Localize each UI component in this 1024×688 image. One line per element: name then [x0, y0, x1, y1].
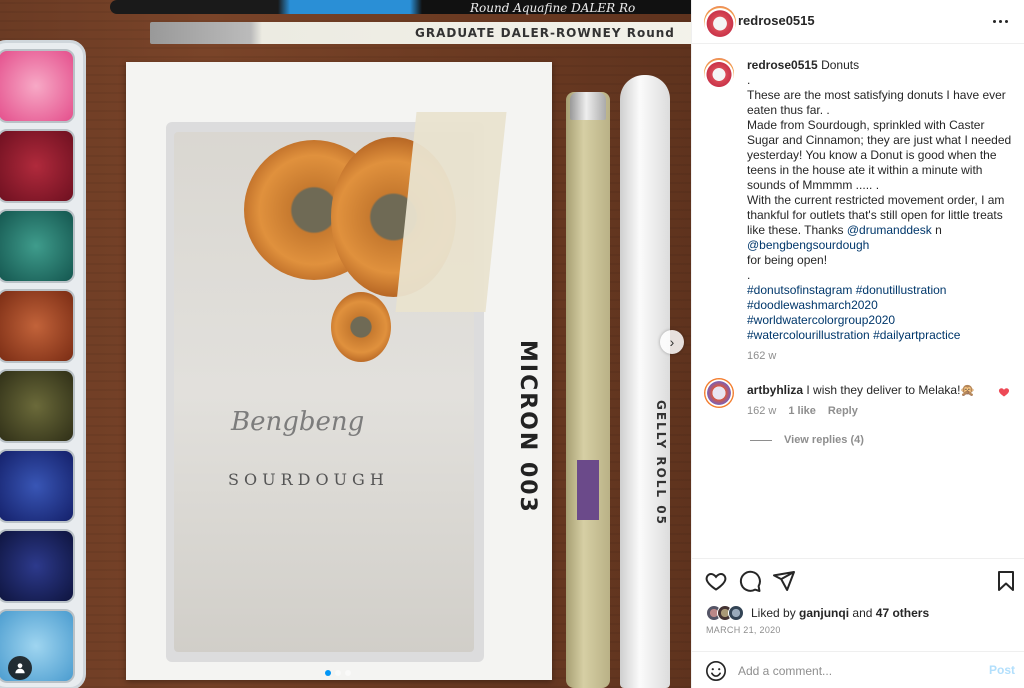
liked-by-text: Liked by ganjunqi and 47 others — [751, 606, 929, 620]
post-date[interactable]: MARCH 21, 2020 — [706, 625, 781, 635]
post-comment-button[interactable]: Post — [989, 663, 1015, 677]
commenter-username[interactable]: artbyhliza — [747, 383, 803, 397]
author-username[interactable]: redrose0515 — [738, 13, 815, 28]
hashtag-link[interactable]: #worldwatercolorgroup2020 — [747, 313, 895, 327]
paintbrush-graduate-label: GRADUATE DALER-ROWNEY Round — [415, 26, 675, 40]
carousel-dot — [335, 670, 341, 676]
paint-pan-sienna — [0, 289, 75, 363]
post-actions: Liked by ganjunqi and 47 others MARCH 21… — [692, 558, 1024, 688]
tagged-users-button[interactable] — [8, 656, 32, 680]
paint-pan-blue — [0, 449, 75, 523]
comment-icon[interactable] — [738, 569, 762, 593]
paint-pan-teal — [0, 209, 75, 283]
art-text-sourdough: SOURDOUGH — [228, 470, 389, 489]
liked-by-prefix: Liked by — [751, 606, 796, 620]
carousel-dot-active — [325, 670, 331, 676]
more-horizontal-icon — [992, 19, 996, 23]
hashtag-link[interactable]: #dailyartpractice — [873, 328, 960, 342]
mention-bengbengsourdough[interactable]: @bengbengsourdough — [747, 238, 869, 252]
comment-body: I wish they deliver to Melaka!🙊 — [806, 383, 976, 397]
micron-pen-cap — [570, 92, 606, 120]
comment-text: artbyhliza I wish they deliver to Melaka… — [747, 383, 992, 398]
comment-input[interactable] — [738, 661, 968, 681]
hashtag-link[interactable]: #donutillustration — [856, 283, 947, 297]
caption-avatar[interactable] — [704, 58, 734, 88]
paint-pan-ultramarine — [0, 529, 75, 603]
comment-liked-heart-icon[interactable] — [998, 386, 1010, 398]
caption-line: . — [747, 268, 751, 282]
liked-by-row: Liked by ganjunqi and 47 others — [706, 605, 929, 621]
mention-drumanddesk[interactable]: @drumanddesk — [847, 223, 932, 237]
author-avatar[interactable] — [704, 6, 736, 38]
caption-line: Made from Sourdough, sprinkled with Cast… — [747, 118, 1012, 192]
comment-likes-count[interactable]: 1 like — [788, 405, 816, 417]
add-comment-bar: Post — [692, 651, 1024, 688]
caption-line: for being open! — [747, 253, 828, 267]
comment-meta: 162 w 1 like Reply — [747, 405, 858, 417]
comment-timestamp[interactable]: 162 w — [747, 405, 776, 417]
chevron-right-icon: › — [669, 334, 675, 350]
watercolor-card: Bengbeng SOURDOUGH — [126, 62, 552, 680]
heart-icon[interactable] — [704, 569, 728, 593]
caption-timestamp[interactable]: 162 w — [747, 349, 1017, 364]
post-sidebar: redrose0515 redrose0515 Donuts . These a… — [691, 0, 1024, 688]
watercolor-palette — [0, 40, 86, 688]
caption-line: These are the most satisfying donuts I h… — [747, 88, 1006, 117]
replies-divider — [750, 439, 772, 441]
liked-by-user[interactable]: ganjunqi — [799, 606, 849, 620]
post-photo[interactable]: Round Aquafine DALER Ro GRADUATE DALER-R… — [0, 0, 691, 688]
more-dot — [998, 19, 1002, 23]
paintbrush-top-label: Round Aquafine DALER Ro — [470, 1, 636, 15]
view-replies-label: View replies (4) — [784, 434, 864, 446]
paint-pan-olive — [0, 369, 75, 443]
art-text-bengbeng: Bengbeng — [231, 407, 365, 437]
gelly-roll-pen-label: GELLY ROLL 05 — [654, 400, 668, 526]
more-options-button[interactable] — [989, 12, 1011, 30]
micron-pen-band — [577, 460, 599, 520]
caption-text: redrose0515 Donuts . These are the most … — [747, 58, 1017, 364]
liked-by-others[interactable]: 47 others — [876, 606, 929, 620]
caption-username[interactable]: redrose0515 — [747, 58, 818, 72]
view-replies-button[interactable]: View replies (4) — [750, 434, 864, 446]
next-image-button[interactable]: › — [660, 330, 684, 354]
hashtag-link[interactable]: #donutsofinstagram — [747, 283, 852, 297]
caption-title: Donuts — [821, 58, 860, 72]
hashtag-link[interactable]: #watercolourillustration — [747, 328, 870, 342]
comments-section[interactable]: redrose0515 Donuts . These are the most … — [692, 44, 1024, 558]
smiley-icon[interactable] — [705, 660, 727, 682]
more-dot — [1004, 19, 1008, 23]
user-tag-icon — [15, 663, 25, 674]
commenter-avatar[interactable] — [704, 378, 734, 408]
bookmark-icon[interactable] — [994, 569, 1018, 593]
micron-pen — [566, 92, 610, 688]
liked-by-and: and — [852, 606, 873, 620]
caption-line: . — [747, 73, 751, 87]
hashtag-link[interactable]: #doodlewashmarch2020 — [747, 298, 878, 312]
gelly-roll-pen — [620, 75, 670, 688]
reply-button[interactable]: Reply — [828, 405, 858, 417]
carousel-dots — [325, 670, 351, 676]
micron-pen-label: MICRON 003 — [515, 340, 540, 514]
paint-pan-red — [0, 129, 75, 203]
send-icon[interactable] — [772, 569, 796, 593]
carousel-dot — [345, 670, 351, 676]
paint-pan-pink — [0, 49, 75, 123]
post-header: redrose0515 — [692, 0, 1024, 44]
caption-joiner: n — [935, 223, 942, 237]
liker-avatar — [728, 605, 744, 621]
donut-bottom — [331, 292, 391, 362]
